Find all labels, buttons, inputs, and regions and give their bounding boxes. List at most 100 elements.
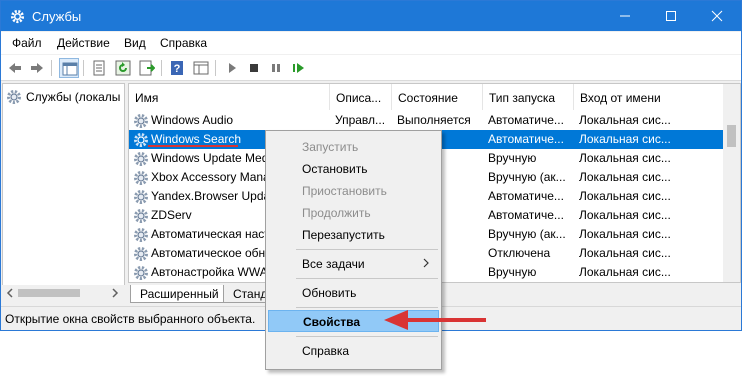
stop-service-button[interactable] xyxy=(244,58,264,78)
refresh-icon xyxy=(115,60,131,76)
ctx-item-refresh[interactable]: Обновить xyxy=(268,281,439,303)
column-header-startup-type[interactable]: Тип запуска xyxy=(483,84,574,110)
cell-logon: Локальная сис... xyxy=(579,151,671,165)
tab-label: Расширенный xyxy=(140,287,219,301)
pause-icon xyxy=(272,64,280,72)
cell-startup-type: Автоматиче... xyxy=(488,189,564,203)
ctx-item-pause[interactable]: Приостановить xyxy=(268,179,439,201)
cell-description: Управл... xyxy=(335,113,386,127)
maximize-icon xyxy=(666,11,676,21)
cell-logon: Локальная сис... xyxy=(579,208,671,222)
menu-action[interactable]: Действие xyxy=(57,36,110,50)
cell-logon: Локальная сис... xyxy=(579,170,671,184)
properties-sheet-button[interactable] xyxy=(89,58,109,78)
cell-logon: Локальная сис... xyxy=(579,227,671,241)
scroll-left-icon[interactable] xyxy=(5,288,15,298)
pause-service-button[interactable] xyxy=(266,58,286,78)
tree-horizontal-scrollbar[interactable] xyxy=(2,285,125,301)
column-label: Состояние xyxy=(398,91,458,105)
ctx-item-restart[interactable]: Перезапустить xyxy=(268,223,439,245)
title-bar[interactable]: Службы xyxy=(1,1,741,31)
ctx-item-label: Свойства xyxy=(303,315,361,329)
column-header-state[interactable]: Состояние xyxy=(392,84,483,110)
minimize-button[interactable] xyxy=(602,1,648,31)
help-button[interactable]: ? xyxy=(167,58,187,78)
ctx-item-label: Приостановить xyxy=(302,184,387,198)
column-header-logon[interactable]: Вход от имени xyxy=(574,84,725,110)
restart-icon xyxy=(293,63,304,73)
menu-file[interactable]: Файл xyxy=(12,36,42,50)
ctx-item-start[interactable]: Запустить xyxy=(268,135,439,157)
ctx-item-resume[interactable]: Продолжить xyxy=(268,201,439,223)
toolbar-separator xyxy=(215,60,216,76)
cell-logon: Локальная сис... xyxy=(579,265,671,279)
cell-startup-type: Отключена xyxy=(488,246,551,260)
mmc-pane-icon xyxy=(193,61,209,75)
refresh-button[interactable] xyxy=(113,58,133,78)
toolbar: ? xyxy=(1,55,741,81)
menu-view[interactable]: Вид xyxy=(124,36,146,50)
column-header-description[interactable]: Описа... xyxy=(330,84,392,110)
ctx-separator xyxy=(296,278,438,279)
column-label: Тип запуска xyxy=(489,91,556,105)
tab-extended[interactable]: Расширенный xyxy=(130,285,226,303)
start-service-button[interactable] xyxy=(222,58,242,78)
column-label: Имя xyxy=(135,91,159,105)
minimize-icon xyxy=(620,15,630,17)
maximize-button[interactable] xyxy=(648,1,694,31)
table-row[interactable]: Windows Audio Управл... Выполняется Автомат… xyxy=(129,111,724,130)
ctx-item-stop[interactable]: Остановить xyxy=(268,157,439,179)
cell-startup-type: Вручную xyxy=(488,265,537,279)
forward-button[interactable] xyxy=(27,58,47,78)
show-tree-icon xyxy=(62,62,78,76)
export-list-icon xyxy=(139,60,155,76)
mmc-pane-button[interactable] xyxy=(191,58,211,78)
scrollbar-thumb[interactable] xyxy=(18,289,80,297)
gear-icon xyxy=(134,114,148,128)
gear-icon xyxy=(134,190,148,204)
menu-bar: Файл Действие Вид Справка xyxy=(1,32,741,54)
stop-icon xyxy=(250,64,258,72)
ctx-item-help[interactable]: Справка xyxy=(268,339,439,361)
cell-startup-type: Автоматиче... xyxy=(488,113,564,127)
close-button[interactable] xyxy=(694,1,740,31)
gear-icon xyxy=(134,228,148,242)
cell-state: Выполняется xyxy=(397,113,471,127)
list-vertical-scrollbar[interactable] xyxy=(723,84,740,282)
chevron-right-icon xyxy=(423,258,429,268)
play-icon xyxy=(229,63,236,73)
tree-item-services-local[interactable]: Службы (локалы xyxy=(6,88,124,106)
properties-sheet-icon xyxy=(93,60,105,76)
column-label: Описа... xyxy=(336,91,382,105)
gear-icon xyxy=(134,247,148,261)
ctx-item-label: Запустить xyxy=(302,140,359,154)
restart-service-button[interactable] xyxy=(288,58,308,78)
gear-icon xyxy=(134,133,148,147)
tree-item-label: Службы (локалы xyxy=(26,90,121,104)
export-list-button[interactable] xyxy=(137,58,157,78)
cell-startup-type: Автоматиче... xyxy=(488,208,564,222)
toolbar-separator xyxy=(161,60,162,76)
show-tree-button[interactable] xyxy=(59,58,79,78)
ctx-item-all-tasks[interactable]: Все задачи xyxy=(268,252,439,274)
status-text: Открытие окна свойств выбранного объекта… xyxy=(5,312,256,326)
ctx-item-label: Справка xyxy=(302,344,350,358)
cell-logon: Локальная сис... xyxy=(579,113,671,127)
column-header-name[interactable]: Имя xyxy=(129,84,330,110)
scrollbar-thumb[interactable] xyxy=(727,125,736,147)
gear-icon xyxy=(134,152,148,166)
menu-help[interactable]: Справка xyxy=(160,36,207,50)
scroll-right-icon[interactable] xyxy=(110,288,120,298)
ctx-item-label: Перезапустить xyxy=(302,228,385,242)
cell-logon: Локальная сис... xyxy=(579,189,671,203)
ctx-separator xyxy=(296,249,438,250)
window-title: Службы xyxy=(32,9,82,24)
help-icon: ? xyxy=(171,61,183,75)
forward-arrow-icon xyxy=(31,63,43,73)
cell-startup-type: Вручную xyxy=(488,151,537,165)
gear-icon xyxy=(134,171,148,185)
ctx-separator xyxy=(296,336,438,337)
cell-startup-type: Вручную (ак... xyxy=(488,170,566,184)
close-icon xyxy=(711,10,723,22)
back-button[interactable] xyxy=(5,58,25,78)
